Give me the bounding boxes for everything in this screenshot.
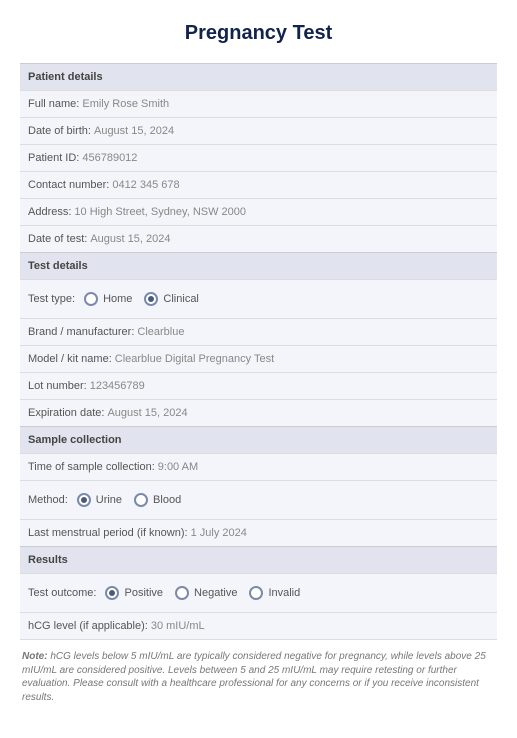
label-full-name: Full name: xyxy=(28,98,79,110)
row-expiration: Expiration date: August 15, 2024 xyxy=(20,399,497,426)
radio-option-negative[interactable]: Negative xyxy=(175,586,237,600)
value-lot: 123456789 xyxy=(90,380,145,392)
note-text: Note: hCG levels below 5 mIU/mL are typi… xyxy=(20,650,497,704)
radio-option-urine[interactable]: Urine xyxy=(77,493,122,507)
label-brand: Brand / manufacturer: xyxy=(28,326,134,338)
row-sample-time: Time of sample collection: 9:00 AM xyxy=(20,453,497,480)
radio-label-home: Home xyxy=(103,293,132,305)
label-lmp: Last menstrual period (if known): xyxy=(28,527,188,539)
radio-option-home[interactable]: Home xyxy=(84,292,132,306)
label-hcg: hCG level (if applicable): xyxy=(28,620,148,632)
value-test-date: August 15, 2024 xyxy=(90,233,170,245)
label-model: Model / kit name: xyxy=(28,353,112,365)
value-contact: 0412 345 678 xyxy=(112,179,179,191)
row-method: Method: Urine Blood xyxy=(20,480,497,519)
value-sample-time: 9:00 AM xyxy=(158,461,198,473)
value-patient-id: 456789012 xyxy=(82,152,137,164)
value-expiration: August 15, 2024 xyxy=(107,407,187,419)
radio-option-clinical[interactable]: Clinical xyxy=(144,292,198,306)
radio-label-negative: Negative xyxy=(194,587,237,599)
label-dob: Date of birth: xyxy=(28,125,91,137)
section-header-patient: Patient details xyxy=(20,63,497,90)
radio-icon xyxy=(77,493,91,507)
radio-option-blood[interactable]: Blood xyxy=(134,493,181,507)
label-method: Method: xyxy=(28,494,68,506)
label-lot: Lot number: xyxy=(28,380,87,392)
row-test-date: Date of test: August 15, 2024 xyxy=(20,225,497,252)
page-title: Pregnancy Test xyxy=(20,22,497,45)
radio-icon xyxy=(84,292,98,306)
row-brand: Brand / manufacturer: Clearblue xyxy=(20,318,497,345)
radio-label-urine: Urine xyxy=(96,494,122,506)
radio-icon xyxy=(144,292,158,306)
row-model: Model / kit name: Clearblue Digital Preg… xyxy=(20,345,497,372)
radio-label-invalid: Invalid xyxy=(268,587,300,599)
row-lmp: Last menstrual period (if known): 1 July… xyxy=(20,519,497,546)
row-dob: Date of birth: August 15, 2024 xyxy=(20,117,497,144)
radio-label-positive: Positive xyxy=(124,587,163,599)
row-address: Address: 10 High Street, Sydney, NSW 200… xyxy=(20,198,497,225)
label-contact: Contact number: xyxy=(28,179,109,191)
value-hcg: 30 mIU/mL xyxy=(151,620,205,632)
label-test-date: Date of test: xyxy=(28,233,87,245)
label-outcome: Test outcome: xyxy=(28,587,96,599)
row-hcg: hCG level (if applicable): 30 mIU/mL xyxy=(20,612,497,639)
value-full-name: Emily Rose Smith xyxy=(82,98,169,110)
row-full-name: Full name: Emily Rose Smith xyxy=(20,90,497,117)
label-sample-time: Time of sample collection: xyxy=(28,461,155,473)
row-contact: Contact number: 0412 345 678 xyxy=(20,171,497,198)
note-bold: Note: xyxy=(22,651,48,662)
row-patient-id: Patient ID: 456789012 xyxy=(20,144,497,171)
row-lot: Lot number: 123456789 xyxy=(20,372,497,399)
label-address: Address: xyxy=(28,206,71,218)
section-header-sample: Sample collection xyxy=(20,426,497,453)
section-header-test: Test details xyxy=(20,252,497,279)
radio-label-blood: Blood xyxy=(153,494,181,506)
row-test-type: Test type: Home Clinical xyxy=(20,279,497,318)
form-container: Patient details Full name: Emily Rose Sm… xyxy=(20,63,497,640)
value-address: 10 High Street, Sydney, NSW 2000 xyxy=(74,206,246,218)
value-brand: Clearblue xyxy=(137,326,184,338)
row-outcome: Test outcome: Positive Negative Invalid xyxy=(20,573,497,612)
label-expiration: Expiration date: xyxy=(28,407,104,419)
value-lmp: 1 July 2024 xyxy=(191,527,247,539)
radio-option-invalid[interactable]: Invalid xyxy=(249,586,300,600)
section-header-results: Results xyxy=(20,546,497,573)
radio-icon xyxy=(175,586,189,600)
radio-option-positive[interactable]: Positive xyxy=(105,586,163,600)
value-model: Clearblue Digital Pregnancy Test xyxy=(115,353,274,365)
radio-icon xyxy=(249,586,263,600)
label-test-type: Test type: xyxy=(28,293,75,305)
radio-icon xyxy=(105,586,119,600)
label-patient-id: Patient ID: xyxy=(28,152,79,164)
radio-label-clinical: Clinical xyxy=(163,293,198,305)
value-dob: August 15, 2024 xyxy=(94,125,174,137)
radio-icon xyxy=(134,493,148,507)
note-body: hCG levels below 5 mIU/mL are typically … xyxy=(22,651,486,703)
